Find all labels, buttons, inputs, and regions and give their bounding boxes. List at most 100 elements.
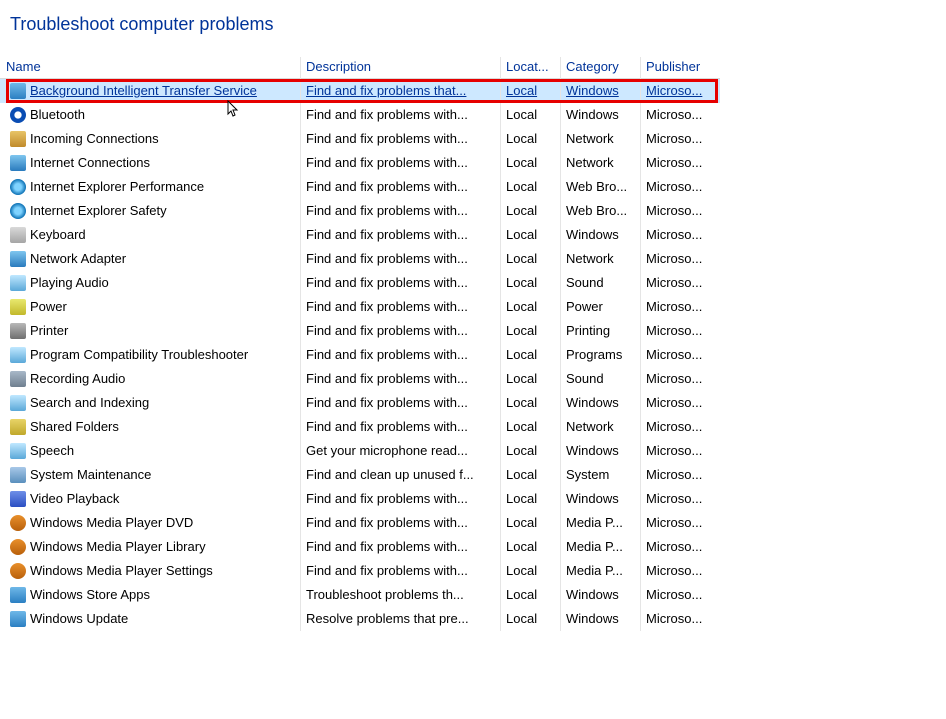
cell-publisher[interactable]: Microso... [640, 415, 720, 439]
cell-description[interactable]: Find and fix problems with... [300, 223, 500, 247]
cell-category[interactable]: Printing [560, 319, 640, 343]
cell-description[interactable]: Find and fix problems that... [300, 79, 500, 103]
cell-location[interactable]: Local [500, 463, 560, 487]
column-header-category[interactable]: Category [560, 57, 640, 79]
cell-location[interactable]: Local [500, 199, 560, 223]
column-header-description[interactable]: Description [300, 57, 500, 79]
cell-publisher[interactable]: Microso... [640, 487, 720, 511]
cell-publisher[interactable]: Microso... [640, 583, 720, 607]
cell-name[interactable]: Incoming Connections [0, 127, 300, 151]
cell-location[interactable]: Local [500, 415, 560, 439]
cell-publisher[interactable]: Microso... [640, 223, 720, 247]
cell-location[interactable]: Local [500, 487, 560, 511]
cell-description[interactable]: Find and fix problems with... [300, 247, 500, 271]
cell-name[interactable]: Internet Explorer Safety [0, 199, 300, 223]
cell-location[interactable]: Local [500, 559, 560, 583]
cell-category[interactable]: Sound [560, 271, 640, 295]
cell-category[interactable]: Windows [560, 439, 640, 463]
cell-location[interactable]: Local [500, 247, 560, 271]
cell-category[interactable]: Power [560, 295, 640, 319]
cell-publisher[interactable]: Microso... [640, 151, 720, 175]
cell-description[interactable]: Find and fix problems with... [300, 271, 500, 295]
cell-category[interactable]: Media P... [560, 511, 640, 535]
cell-location[interactable]: Local [500, 343, 560, 367]
cell-category[interactable]: Sound [560, 367, 640, 391]
cell-description[interactable]: Resolve problems that pre... [300, 607, 500, 631]
cell-name[interactable]: Windows Store Apps [0, 583, 300, 607]
cell-description[interactable]: Find and fix problems with... [300, 415, 500, 439]
cell-publisher[interactable]: Microso... [640, 343, 720, 367]
cell-publisher[interactable]: Microso... [640, 439, 720, 463]
cell-location[interactable]: Local [500, 127, 560, 151]
cell-description[interactable]: Find and fix problems with... [300, 319, 500, 343]
cell-name[interactable]: Recording Audio [0, 367, 300, 391]
cell-category[interactable]: Network [560, 247, 640, 271]
cell-location[interactable]: Local [500, 535, 560, 559]
cell-location[interactable]: Local [500, 439, 560, 463]
cell-category[interactable]: Programs [560, 343, 640, 367]
cell-category[interactable]: Media P... [560, 535, 640, 559]
cell-publisher[interactable]: Microso... [640, 127, 720, 151]
cell-name[interactable]: Playing Audio [0, 271, 300, 295]
cell-location[interactable]: Local [500, 175, 560, 199]
cell-description[interactable]: Get your microphone read... [300, 439, 500, 463]
cell-publisher[interactable]: Microso... [640, 535, 720, 559]
cell-description[interactable]: Find and fix problems with... [300, 295, 500, 319]
cell-publisher[interactable]: Microso... [640, 103, 720, 127]
cell-category[interactable]: Windows [560, 487, 640, 511]
cell-publisher[interactable]: Microso... [640, 247, 720, 271]
cell-description[interactable]: Find and fix problems with... [300, 175, 500, 199]
cell-name[interactable]: Windows Media Player DVD [0, 511, 300, 535]
cell-description[interactable]: Find and fix problems with... [300, 487, 500, 511]
cell-name[interactable]: Internet Explorer Performance [0, 175, 300, 199]
cell-category[interactable]: Windows [560, 583, 640, 607]
cell-name[interactable]: Video Playback [0, 487, 300, 511]
cell-category[interactable]: Network [560, 415, 640, 439]
cell-description[interactable]: Find and fix problems with... [300, 367, 500, 391]
cell-description[interactable]: Find and fix problems with... [300, 391, 500, 415]
cell-publisher[interactable]: Microso... [640, 367, 720, 391]
cell-description[interactable]: Find and fix problems with... [300, 199, 500, 223]
cell-category[interactable]: Windows [560, 103, 640, 127]
cell-description[interactable]: Find and fix problems with... [300, 535, 500, 559]
cell-name[interactable]: Search and Indexing [0, 391, 300, 415]
cell-name[interactable]: Internet Connections [0, 151, 300, 175]
cell-category[interactable]: Web Bro... [560, 199, 640, 223]
cell-publisher[interactable]: Microso... [640, 295, 720, 319]
cell-description[interactable]: Find and fix problems with... [300, 511, 500, 535]
cell-location[interactable]: Local [500, 319, 560, 343]
cell-name[interactable]: Power [0, 295, 300, 319]
cell-description[interactable]: Find and fix problems with... [300, 103, 500, 127]
cell-location[interactable]: Local [500, 511, 560, 535]
cell-location[interactable]: Local [500, 391, 560, 415]
cell-name[interactable]: Windows Media Player Library [0, 535, 300, 559]
cell-location[interactable]: Local [500, 271, 560, 295]
cell-location[interactable]: Local [500, 103, 560, 127]
column-header-location[interactable]: Locat... [500, 57, 560, 79]
cell-location[interactable]: Local [500, 151, 560, 175]
cell-location[interactable]: Local [500, 607, 560, 631]
cell-publisher[interactable]: Microso... [640, 175, 720, 199]
cell-publisher[interactable]: Microso... [640, 271, 720, 295]
cell-category[interactable]: Network [560, 127, 640, 151]
cell-name[interactable]: Bluetooth [0, 103, 300, 127]
cell-name[interactable]: Speech [0, 439, 300, 463]
cell-description[interactable]: Find and fix problems with... [300, 343, 500, 367]
cell-publisher[interactable]: Microso... [640, 559, 720, 583]
cell-location[interactable]: Local [500, 295, 560, 319]
cell-publisher[interactable]: Microso... [640, 511, 720, 535]
cell-category[interactable]: System [560, 463, 640, 487]
cell-location[interactable]: Local [500, 79, 560, 103]
cell-description[interactable]: Find and fix problems with... [300, 151, 500, 175]
cell-publisher[interactable]: Microso... [640, 79, 720, 103]
cell-category[interactable]: Windows [560, 79, 640, 103]
cell-name[interactable]: Keyboard [0, 223, 300, 247]
column-header-publisher[interactable]: Publisher [640, 57, 720, 79]
cell-description[interactable]: Find and fix problems with... [300, 127, 500, 151]
cell-name[interactable]: Windows Media Player Settings [0, 559, 300, 583]
cell-name[interactable]: Shared Folders [0, 415, 300, 439]
cell-description[interactable]: Troubleshoot problems th... [300, 583, 500, 607]
cell-category[interactable]: Windows [560, 607, 640, 631]
cell-name[interactable]: Printer [0, 319, 300, 343]
cell-name[interactable]: System Maintenance [0, 463, 300, 487]
